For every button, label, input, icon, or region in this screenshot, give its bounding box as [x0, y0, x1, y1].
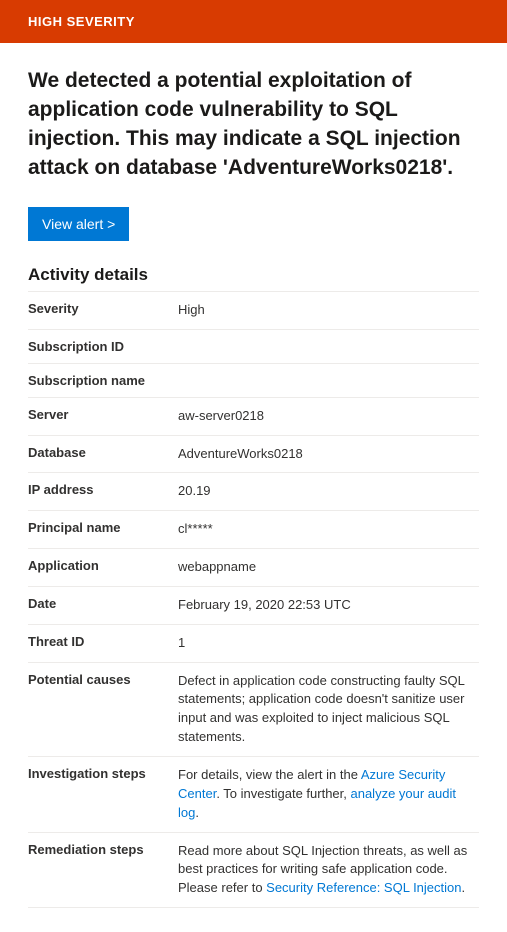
value-date: February 19, 2020 22:53 UTC: [178, 586, 479, 624]
value-ip-address: 20.19: [178, 473, 479, 511]
label-potential-causes: Potential causes: [28, 662, 178, 756]
table-row-application: Application webappname: [28, 549, 479, 587]
label-investigation-steps: Investigation steps: [28, 757, 178, 833]
table-row-investigation-steps: Investigation steps For details, view th…: [28, 757, 479, 833]
value-server: aw-server0218: [178, 397, 479, 435]
label-date: Date: [28, 586, 178, 624]
value-database: AdventureWorks0218: [178, 435, 479, 473]
label-subscription-name: Subscription name: [28, 363, 178, 397]
value-investigation-steps: For details, view the alert in the Azure…: [178, 757, 479, 833]
value-potential-causes: Defect in application code constructing …: [178, 662, 479, 756]
alert-title: We detected a potential exploitation of …: [28, 67, 479, 183]
severity-banner: HIGH SEVERITY: [0, 0, 507, 43]
table-row-ip-address: IP address 20.19: [28, 473, 479, 511]
table-row-server: Server aw-server0218: [28, 397, 479, 435]
value-application: webappname: [178, 549, 479, 587]
table-row-database: Database AdventureWorks0218: [28, 435, 479, 473]
value-principal-name: cl*****: [178, 511, 479, 549]
severity-label: HIGH SEVERITY: [28, 14, 135, 29]
table-row-potential-causes: Potential causes Defect in application c…: [28, 662, 479, 756]
activity-details-title: Activity details: [28, 265, 479, 285]
remediation-suffix: .: [462, 880, 466, 895]
label-ip-address: IP address: [28, 473, 178, 511]
view-alert-button[interactable]: View alert >: [28, 207, 129, 241]
label-subscription-id: Subscription ID: [28, 329, 178, 363]
label-application: Application: [28, 549, 178, 587]
security-reference-link[interactable]: Security Reference: SQL Injection: [266, 880, 461, 895]
table-row-threat-id: Threat ID 1: [28, 624, 479, 662]
label-threat-id: Threat ID: [28, 624, 178, 662]
value-threat-id: 1: [178, 624, 479, 662]
table-row-date: Date February 19, 2020 22:53 UTC: [28, 586, 479, 624]
value-remediation-steps: Read more about SQL Injection threats, a…: [178, 832, 479, 908]
value-severity: High: [178, 291, 479, 329]
alert-content: We detected a potential exploitation of …: [0, 43, 507, 932]
table-row-principal-name: Principal name cl*****: [28, 511, 479, 549]
investigation-middle: . To investigate further,: [216, 786, 350, 801]
label-principal-name: Principal name: [28, 511, 178, 549]
table-row-subscription-id: Subscription ID: [28, 329, 479, 363]
label-database: Database: [28, 435, 178, 473]
label-severity: Severity: [28, 291, 178, 329]
table-row-subscription-name: Subscription name: [28, 363, 479, 397]
investigation-prefix: For details, view the alert in the: [178, 767, 361, 782]
value-subscription-id: [178, 329, 479, 363]
value-subscription-name: [178, 363, 479, 397]
label-remediation-steps: Remediation steps: [28, 832, 178, 908]
table-row-severity: Severity High: [28, 291, 479, 329]
table-row-remediation-steps: Remediation steps Read more about SQL In…: [28, 832, 479, 908]
activity-details-table: Severity High Subscription ID Subscripti…: [28, 291, 479, 908]
investigation-suffix: .: [195, 805, 199, 820]
label-server: Server: [28, 397, 178, 435]
